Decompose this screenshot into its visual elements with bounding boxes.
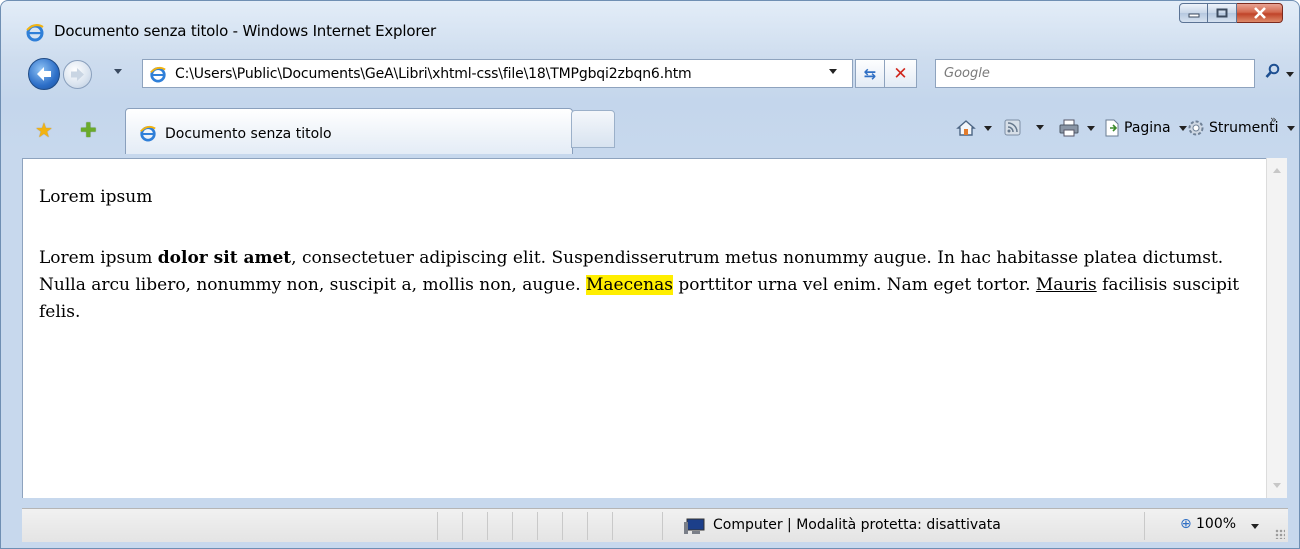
- print-icon: [1059, 119, 1079, 137]
- paragraph-text: porttitor urna vel enim. Nam eget tortor…: [673, 275, 1036, 295]
- more-commands-chevron-icon[interactable]: »: [1270, 113, 1277, 126]
- print-dropdown[interactable]: [1087, 125, 1095, 131]
- ie-page-icon: [140, 125, 156, 142]
- browser-window: Documento senza titolo - Windows Interne…: [0, 0, 1300, 549]
- highlighted-text: Maecenas: [586, 275, 673, 295]
- status-divider: [662, 512, 663, 540]
- refresh-icon: ⇆: [863, 64, 877, 83]
- resize-grip[interactable]: [1275, 529, 1285, 539]
- feeds-button[interactable]: [1004, 119, 1044, 136]
- tab-label: Documento senza titolo: [165, 126, 332, 142]
- page-menu-label: Pagina: [1124, 120, 1171, 136]
- scroll-down-icon[interactable]: [1273, 483, 1281, 488]
- window-title: Documento senza titolo - Windows Interne…: [54, 22, 436, 40]
- status-divider: [462, 512, 463, 540]
- navigation-bar: C:\Users\Public\Documents\GeA\Libri\xhtm…: [1, 54, 1299, 94]
- tab-active[interactable]: Documento senza titolo: [125, 108, 573, 154]
- forward-button[interactable]: [63, 60, 92, 89]
- home-button[interactable]: [956, 119, 992, 137]
- favorites-star-icon[interactable]: ★: [35, 118, 53, 142]
- status-divider: [537, 512, 538, 540]
- print-button[interactable]: [1059, 119, 1095, 137]
- status-divider: [487, 512, 488, 540]
- caption-buttons: [1179, 3, 1283, 25]
- search-icon[interactable]: [1265, 63, 1281, 79]
- status-divider: [562, 512, 563, 540]
- page-dropdown[interactable]: [1178, 125, 1187, 131]
- add-favorites-icon[interactable]: ✚: [80, 118, 97, 142]
- feeds-icon: [1004, 119, 1021, 136]
- bold-text: dolor sit amet: [157, 248, 292, 268]
- underlined-text: Mauris: [1035, 275, 1097, 295]
- tab-command-bar: ★ ✚ Documento senza titolo Pagina Strume…: [1, 104, 1299, 156]
- search-input[interactable]: Google: [935, 59, 1255, 88]
- minimize-icon: [1188, 13, 1199, 18]
- maximize-button[interactable]: [1208, 3, 1237, 23]
- paragraph-text: Lorem ipsum: [39, 248, 158, 268]
- ie-logo-icon: [26, 24, 44, 42]
- content-heading: Lorem ipsum: [39, 187, 153, 207]
- computer-zone-icon[interactable]: [684, 518, 706, 535]
- feeds-dropdown[interactable]: [1036, 125, 1044, 130]
- search-provider-dropdown[interactable]: [1286, 72, 1294, 77]
- zoom-dropdown[interactable]: [1251, 524, 1259, 529]
- address-dropdown[interactable]: [829, 69, 837, 74]
- tools-menu[interactable]: Strumenti: [1187, 119, 1295, 137]
- title-bar[interactable]: Documento senza titolo - Windows Interne…: [1, 1, 1299, 43]
- status-divider: [437, 512, 438, 540]
- stop-icon: ✕: [893, 63, 908, 84]
- recent-pages-dropdown[interactable]: [114, 69, 122, 74]
- minimize-button[interactable]: [1179, 3, 1208, 23]
- status-divider: [512, 512, 513, 540]
- tools-gear-icon: [1188, 120, 1204, 136]
- home-dropdown[interactable]: [984, 125, 992, 131]
- tools-menu-label: Strumenti: [1209, 120, 1279, 136]
- stop-button[interactable]: ✕: [885, 59, 917, 88]
- status-divider: [587, 512, 588, 540]
- home-icon: [956, 120, 976, 136]
- zoom-level[interactable]: 100%: [1196, 516, 1236, 532]
- page-content: Lorem ipsum Lorem ipsum dolor sit amet, …: [22, 158, 1266, 498]
- new-tab-button[interactable]: [571, 110, 615, 148]
- status-divider: [612, 512, 613, 540]
- content-paragraph: Lorem ipsum dolor sit amet, consectetuer…: [39, 245, 1249, 326]
- status-divider: [1144, 512, 1145, 540]
- tools-dropdown[interactable]: [1286, 125, 1295, 131]
- page-menu[interactable]: Pagina: [1104, 119, 1187, 137]
- back-button[interactable]: [28, 58, 60, 90]
- close-icon: [1253, 7, 1266, 19]
- maximize-icon: [1216, 8, 1228, 18]
- ie-page-icon: [150, 66, 166, 83]
- close-button[interactable]: [1237, 3, 1283, 23]
- back-icon: [37, 67, 51, 81]
- page-icon: [1105, 119, 1119, 137]
- vertical-scrollbar[interactable]: [1266, 158, 1287, 498]
- address-bar[interactable]: C:\Users\Public\Documents\GeA\Libri\xhtm…: [142, 59, 853, 88]
- zoom-icon[interactable]: ⊕: [1180, 516, 1192, 532]
- address-url[interactable]: C:\Users\Public\Documents\GeA\Libri\xhtm…: [175, 66, 692, 82]
- refresh-button[interactable]: ⇆: [855, 59, 885, 88]
- forward-icon: [71, 68, 84, 81]
- search-placeholder: Google: [944, 66, 990, 81]
- security-zone-text[interactable]: Computer | Modalità protetta: disattivat…: [713, 517, 1001, 533]
- status-bar: Computer | Modalità protetta: disattivat…: [22, 508, 1288, 542]
- scroll-up-icon[interactable]: [1273, 168, 1281, 173]
